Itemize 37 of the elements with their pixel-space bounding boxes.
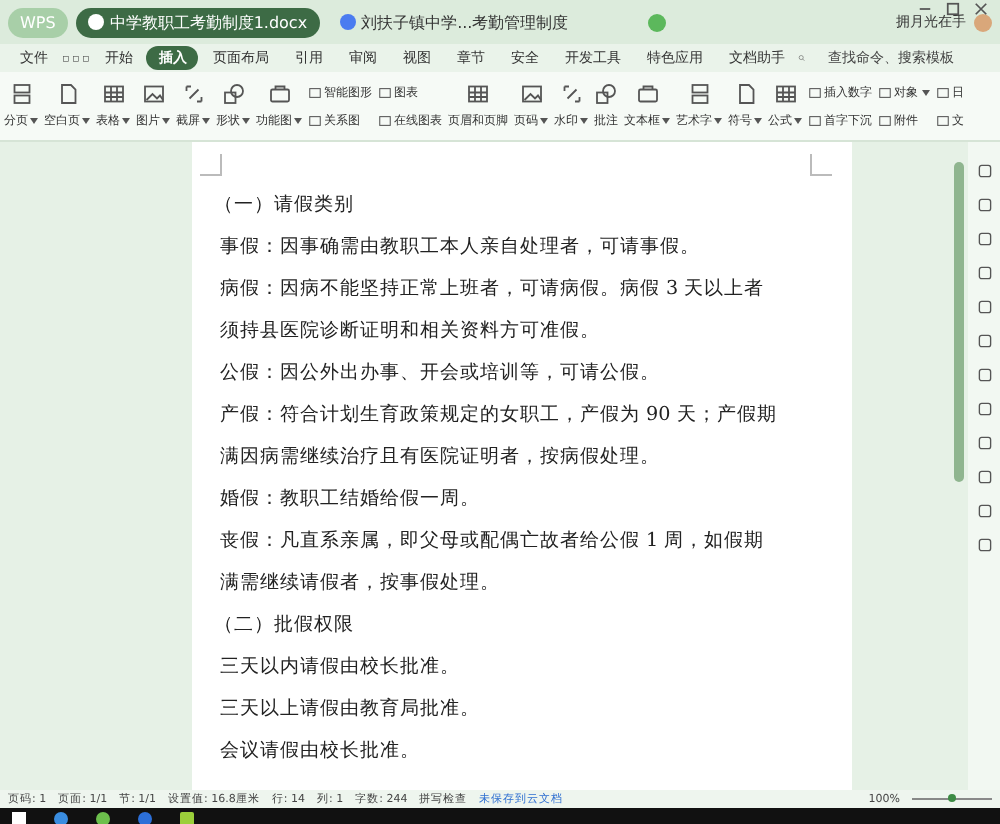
start-icon[interactable] <box>12 812 26 824</box>
ribbon-icon <box>466 82 490 106</box>
ribbon-icon <box>9 82 33 106</box>
ribbon-icon <box>635 82 659 106</box>
close-icon[interactable] <box>974 2 988 16</box>
section-heading: （二）批假权限 <box>214 612 356 640</box>
paragraph: 事假：因事确需由教职工本人亲自处理者，可请事假。 <box>220 234 702 262</box>
app-icon[interactable] <box>138 812 152 824</box>
paragraph: 会议请假由校长批准。 <box>220 738 422 766</box>
paragraph: 产假：符合计划生育政策规定的女职工，产假为 90 天；产假期满因病需继续治疗且有医院证明者，按病假处理。 <box>220 401 779 472</box>
document-tab[interactable]: 中学教职工考勤制度1.docx <box>75 7 320 37</box>
maximize-icon[interactable] <box>946 2 960 16</box>
scrollbar[interactable] <box>954 162 964 482</box>
paragraph: 婚假：教职工结婚给假一周。 <box>220 486 482 514</box>
ribbon-icon <box>733 82 757 106</box>
search-icon <box>798 50 806 66</box>
ribbon-icon <box>55 82 79 106</box>
ribbon-icon <box>221 82 245 106</box>
section-heading: （一）请假类别 <box>214 192 356 220</box>
ribbon-icon <box>141 82 165 106</box>
ribbon-icon <box>181 82 205 106</box>
app-icon[interactable] <box>96 812 110 824</box>
ribbon-icon <box>773 82 797 106</box>
ribbon-icon <box>559 82 583 106</box>
document-tab[interactable]: 刘扶子镇中学...考勤管理制度 <box>327 7 581 37</box>
paragraph: 三天以内请假由校长批准。 <box>220 654 462 682</box>
paragraph: 三天以上请假由教育局批准。 <box>220 695 482 724</box>
minimize-icon[interactable] <box>918 2 932 16</box>
paragraph: 丧假：凡直系亲属，即父母或配偶亡故者给公假 1 周，如假期满需继续请假者，按事假处理。 <box>220 528 767 598</box>
paragraph: 病假：因病不能坚持正常上班者，可请病假。病假 3 天以上者须持县医院诊断证明和相关资料方可准假。 <box>220 276 767 346</box>
ribbon-icon <box>519 82 543 106</box>
ribbon-icon <box>267 82 291 106</box>
ribbon-icon <box>101 82 125 106</box>
browser-icon[interactable] <box>54 812 68 824</box>
ribbon-icon <box>687 82 711 106</box>
paragraph: 公假：因公外出办事、开会或培训等，可请公假。 <box>220 360 662 388</box>
ribbon-icon <box>594 82 618 106</box>
